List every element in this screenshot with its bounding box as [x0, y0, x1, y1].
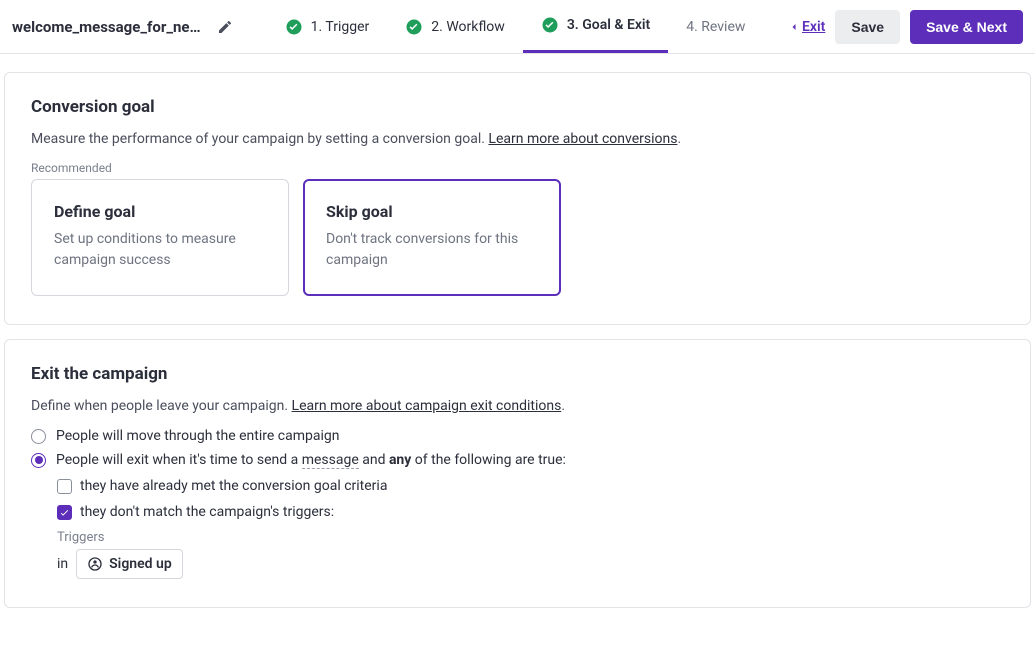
triggers-label: Triggers — [57, 530, 1004, 545]
radio-move-entire[interactable]: People will move through the entire camp… — [31, 428, 1004, 444]
checkbox-conversion-met[interactable]: they have already met the conversion goa… — [57, 478, 1004, 494]
goal-tile-desc: Set up conditions to measure campaign su… — [54, 229, 266, 271]
learn-more-conversions-link[interactable]: Learn more about conversions — [488, 131, 677, 147]
wizard-step[interactable]: 2. Workflow — [387, 0, 523, 53]
step-label: 1. Trigger — [311, 19, 370, 35]
goal-tile-title: Define goal — [54, 202, 266, 221]
checkbox-no-match-triggers[interactable]: they don't match the campaign's triggers… — [57, 504, 1004, 520]
wizard-header: welcome_message_for_new_… 1. Trigger 2. W… — [0, 0, 1035, 54]
check-icon — [285, 18, 303, 36]
conversion-goal-card: Conversion goal Measure the performance … — [4, 72, 1031, 325]
exit-campaign-card: Exit the campaign Define when people lea… — [4, 339, 1031, 608]
save-button[interactable]: Save — [835, 10, 900, 44]
wizard-steps: 1. Trigger 2. Workflow 3. Goal & Exit 4. Re… — [250, 0, 780, 53]
checkbox-label: they have already met the conversion goa… — [80, 478, 387, 494]
exit-desc: Define when people leave your campaign. … — [31, 398, 1004, 414]
checkbox-icon — [57, 505, 72, 520]
skip-goal-tile[interactable]: Skip goal Don't track conversions for thi… — [303, 179, 561, 296]
wizard-step[interactable]: 1. Trigger — [267, 0, 388, 53]
step-label: 3. Goal & Exit — [567, 17, 650, 33]
campaign-title: welcome_message_for_new_… — [12, 18, 207, 36]
radio-icon — [31, 429, 46, 444]
exit-heading: Exit the campaign — [31, 364, 1004, 384]
trigger-chip-label: Signed up — [109, 556, 172, 572]
exit-link[interactable]: Exit — [788, 19, 825, 35]
goal-tile-title: Skip goal — [326, 202, 538, 221]
wizard-step[interactable]: 4. Review — [668, 0, 763, 53]
message-term[interactable]: message — [302, 452, 359, 469]
goal-tile-desc: Don't track conversions for this campaig… — [326, 229, 538, 271]
step-label: 2. Workflow — [431, 19, 505, 35]
check-icon — [541, 16, 559, 34]
learn-more-exit-link[interactable]: Learn more about campaign exit condition… — [292, 398, 562, 414]
recommended-label: Recommended — [31, 161, 1004, 175]
conversion-heading: Conversion goal — [31, 97, 1004, 117]
radio-label: People will move through the entire camp… — [56, 428, 339, 444]
segment-icon — [87, 556, 103, 572]
exit-label: Exit — [802, 19, 825, 35]
save-next-button[interactable]: Save & Next — [910, 10, 1023, 44]
wizard-step[interactable]: 3. Goal & Exit — [523, 0, 668, 53]
step-label: 4. Review — [686, 19, 745, 35]
checkbox-icon — [57, 479, 72, 494]
radio-label: People will exit when it's time to send … — [56, 452, 566, 468]
trigger-chip[interactable]: Signed up — [76, 549, 183, 579]
trigger-in: in — [57, 556, 68, 572]
radio-icon — [31, 453, 46, 468]
edit-title-icon[interactable] — [217, 19, 233, 35]
check-icon — [405, 18, 423, 36]
checkbox-label: they don't match the campaign's triggers… — [80, 504, 334, 520]
define-goal-tile[interactable]: Define goal Set up conditions to measure … — [31, 179, 289, 296]
conversion-desc: Measure the performance of your campaign… — [31, 131, 1004, 147]
radio-exit-conditions[interactable]: People will exit when it's time to send … — [31, 452, 1004, 468]
goal-options: Define goal Set up conditions to measure … — [31, 179, 1004, 296]
